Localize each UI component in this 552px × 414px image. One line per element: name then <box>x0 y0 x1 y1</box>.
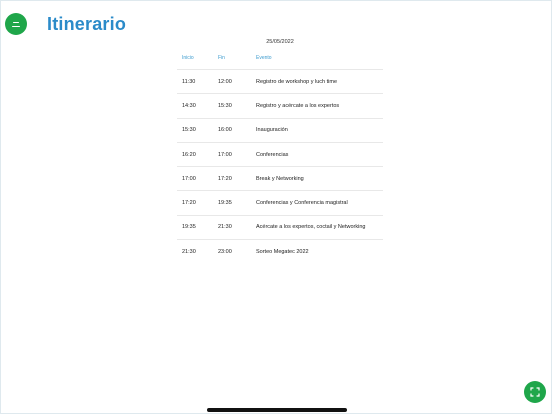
table-row: 21:30 23:00 Sorteo Megatec 2022 <box>177 240 383 264</box>
row-end-time: 23:00 <box>218 249 232 256</box>
expand-button[interactable] <box>524 381 546 403</box>
row-event: Conferencias y Conferencia magistral <box>256 200 348 207</box>
row-end-time: 17:00 <box>218 151 232 158</box>
row-event: Registro y acércate a los expertos <box>256 102 340 109</box>
table-row: 17:20 19:35 Conferencias y Conferencia m… <box>177 191 383 216</box>
menu-icon <box>13 22 19 24</box>
column-header-end: Fin <box>218 55 225 61</box>
row-end-time: 15:30 <box>218 102 232 109</box>
row-start-time: 16:20 <box>182 151 196 158</box>
row-start-time: 11:30 <box>182 78 196 85</box>
row-end-time: 17:20 <box>218 175 232 182</box>
table-row: 19:35 21:30 Acércate a los expertos, coc… <box>177 216 383 241</box>
row-end-time: 21:30 <box>218 224 232 231</box>
itinerary-date: 25/05/2022 <box>266 39 294 45</box>
row-start-time: 17:00 <box>182 175 196 182</box>
row-start-time: 17:20 <box>182 200 196 207</box>
table-row: 14:30 15:30 Registro y acércate a los ex… <box>177 94 383 119</box>
row-event: Inauguración <box>256 127 288 134</box>
table-row: 17:00 17:20 Break y Networking <box>177 167 383 192</box>
home-indicator[interactable] <box>207 408 347 412</box>
expand-icon <box>530 387 540 397</box>
row-event: Registro de workshop y luch time <box>256 78 338 85</box>
menu-button[interactable] <box>5 13 27 35</box>
column-header-start: Inicio <box>182 55 194 61</box>
table-row: 16:20 17:00 Conferencias <box>177 143 383 168</box>
row-event: Sorteo Megatec 2022 <box>256 249 309 256</box>
row-event: Conferencias <box>256 151 289 158</box>
row-start-time: 19:35 <box>182 224 196 231</box>
table-header: Inicio Fin Evento <box>177 47 383 70</box>
itinerary-table: Inicio Fin Evento 11:30 12:00 Registro d… <box>177 47 383 264</box>
row-start-time: 15:30 <box>182 127 196 134</box>
row-event: Break y Networking <box>256 175 304 182</box>
column-header-event: Evento <box>256 55 272 61</box>
row-start-time: 14:30 <box>182 102 196 109</box>
table-row: 15:30 16:00 Inauguración <box>177 119 383 143</box>
row-start-time: 21:30 <box>182 249 196 256</box>
row-end-time: 16:00 <box>218 127 232 134</box>
row-event: Acércate a los expertos, coctail y Netwo… <box>256 224 366 231</box>
row-end-time: 12:00 <box>218 78 232 85</box>
row-end-time: 19:35 <box>218 200 232 207</box>
page-title: Itinerario <box>47 14 127 34</box>
table-row: 11:30 12:00 Registro de workshop y luch … <box>177 70 383 95</box>
